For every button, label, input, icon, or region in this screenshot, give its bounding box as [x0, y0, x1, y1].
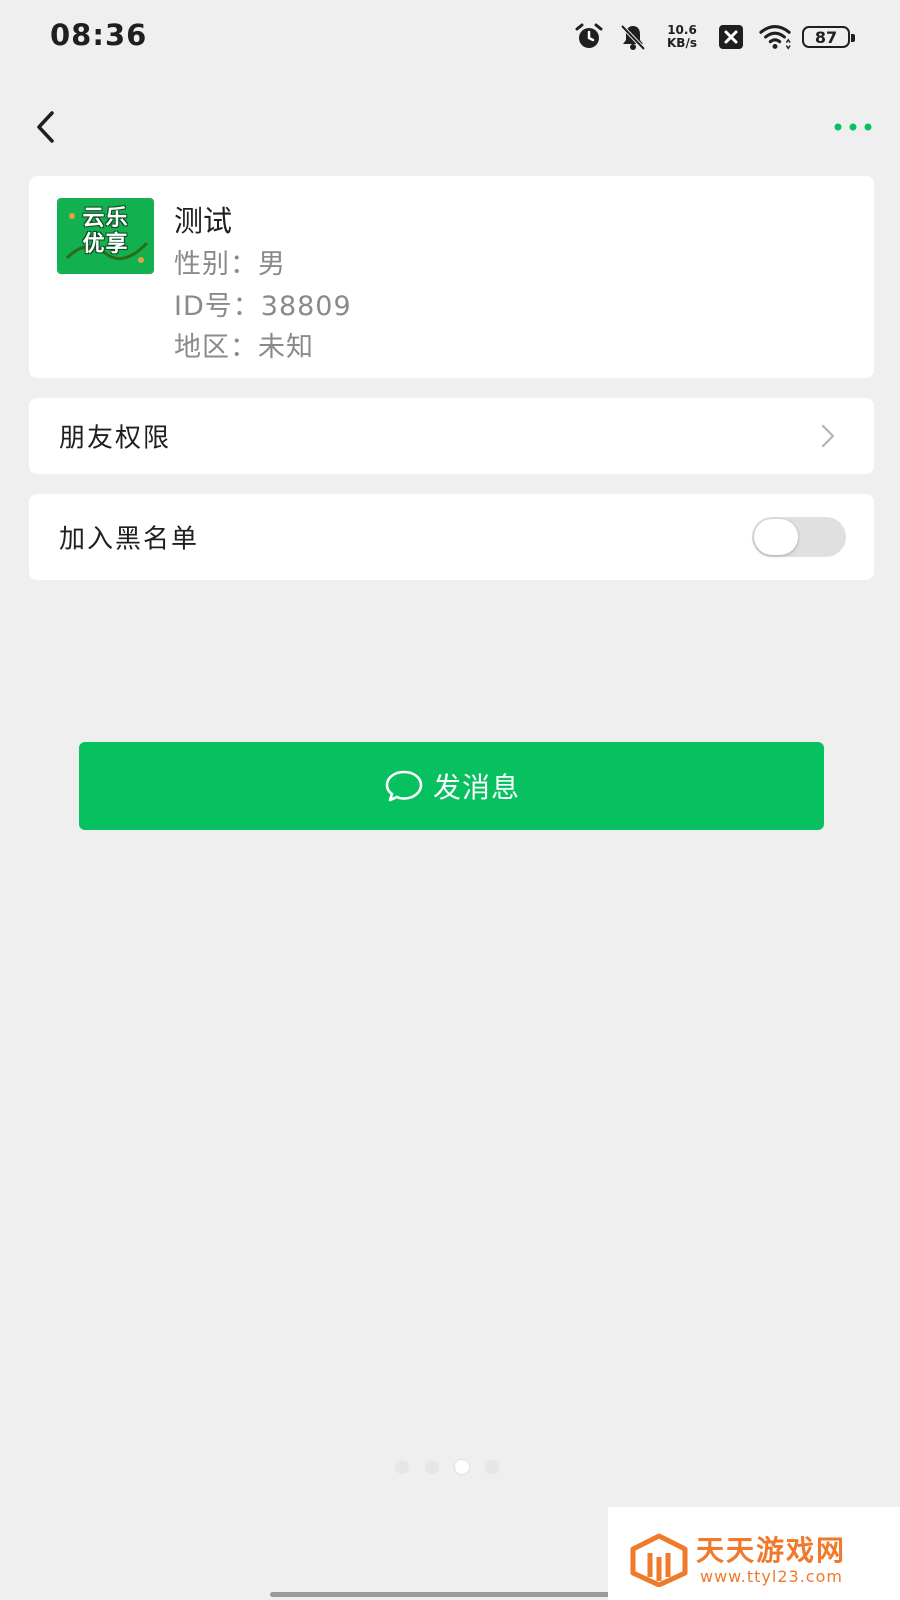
profile-card: 云乐 优享 测试 性别：男 ID号：38809 地区：未知: [29, 176, 874, 378]
region-label: 地区：: [174, 332, 258, 363]
avatar-text-line1: 云乐: [82, 206, 129, 231]
profile-name: 测试: [174, 204, 233, 238]
net-speed: 10.6 KB/s: [660, 24, 704, 50]
chat-bubble-icon: [385, 770, 423, 802]
top-nav: [0, 92, 900, 162]
id-value: 38809: [260, 291, 352, 322]
back-button[interactable]: [26, 104, 66, 150]
avatar[interactable]: 云乐 优享: [57, 198, 154, 274]
watermark-logo-icon: [630, 1533, 688, 1587]
region-value: 未知: [258, 332, 314, 363]
battery-icon: 87: [802, 26, 855, 48]
close-box-icon: [714, 20, 748, 54]
send-message-button[interactable]: 发消息: [79, 742, 824, 830]
region-row: 地区：未知: [174, 325, 314, 364]
page-indicator: [395, 1460, 499, 1474]
page-dot[interactable]: [485, 1460, 499, 1474]
more-button[interactable]: [828, 104, 878, 150]
status-bar: 08:36 10.6 KB/s 87: [0, 0, 900, 80]
send-message-label: 发消息: [432, 771, 520, 804]
friend-permission-row[interactable]: 朋友权限: [29, 398, 874, 474]
home-indicator[interactable]: [270, 1592, 630, 1597]
more-dots-icon: [834, 123, 872, 131]
page-dot[interactable]: [425, 1460, 439, 1474]
gender-value: 男: [258, 249, 286, 280]
chevron-right-icon: [821, 424, 835, 448]
toggle-knob: [754, 519, 798, 555]
avatar-text-line2: 优享: [82, 232, 129, 257]
avatar-text: 云乐 优享: [57, 206, 154, 258]
status-time: 08:36: [50, 18, 148, 52]
watermark: 天天游戏网 www.ttyl23.com: [608, 1507, 900, 1600]
id-label: ID号：: [174, 291, 261, 322]
battery-level: 87: [814, 27, 838, 47]
friend-permission-label: 朋友权限: [59, 423, 172, 454]
gender-row: 性别：男: [174, 242, 286, 281]
net-speed-unit: KB/s: [667, 36, 697, 50]
watermark-title: 天天游戏网: [696, 1534, 847, 1567]
wifi-icon: [758, 20, 792, 54]
id-row: ID号：38809: [174, 284, 352, 323]
blacklist-label: 加入黑名单: [59, 524, 200, 555]
page-dot-active[interactable]: [455, 1460, 469, 1474]
blacklist-toggle[interactable]: [752, 517, 846, 557]
status-icons: 10.6 KB/s 87: [572, 20, 855, 54]
alarm-icon: [572, 20, 606, 54]
mute-bell-icon: [616, 20, 650, 54]
gender-label: 性别：: [174, 249, 258, 280]
chevron-left-icon: [37, 111, 54, 143]
watermark-url: www.ttyl23.com: [700, 1567, 843, 1586]
page-dot[interactable]: [395, 1460, 409, 1474]
blacklist-row: 加入黑名单: [29, 494, 874, 580]
